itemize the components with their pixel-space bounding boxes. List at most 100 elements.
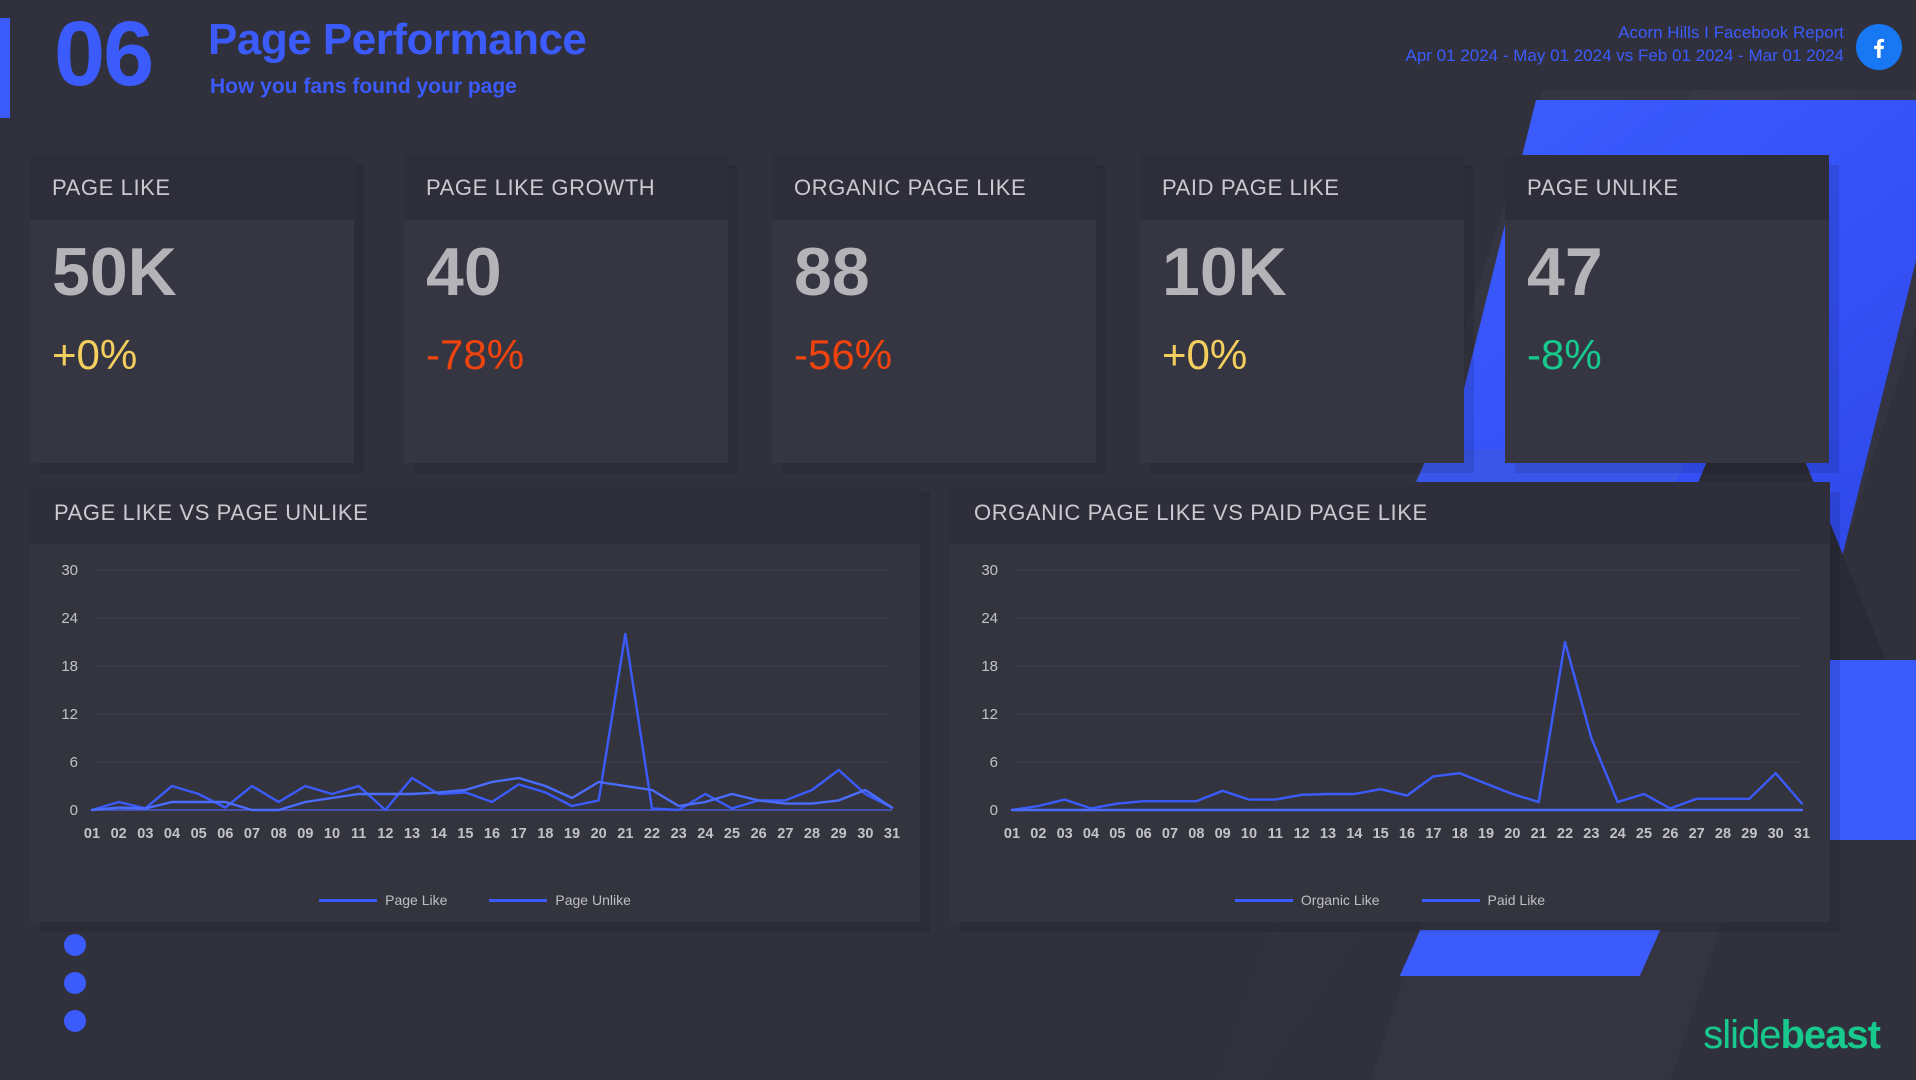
svg-text:18: 18 bbox=[981, 658, 998, 675]
svg-text:24: 24 bbox=[61, 610, 78, 627]
chart-title: PAGE LIKE VS PAGE UNLIKE bbox=[54, 500, 369, 525]
legend-item[interactable]: Page Like bbox=[319, 892, 447, 908]
line-chart-right: 0 6 12 18 24 30 01 02 03 04 05 06 07 08 09 10 11 12 13 14 15… bbox=[950, 544, 1830, 862]
svg-text:06: 06 bbox=[217, 826, 233, 842]
svg-text:20: 20 bbox=[591, 826, 607, 842]
kpi-card-page-like[interactable]: PAGE LIKE 50K +0% bbox=[30, 155, 354, 463]
chart-panel-organic-vs-paid[interactable]: ORGANIC PAGE LIKE VS PAID PAGE LIKE 0 6 12… bbox=[950, 482, 1830, 922]
svg-text:12: 12 bbox=[981, 706, 998, 723]
panel-body: 0 6 12 18 24 30 01 02 03 04 05 06 07 08 09 10 11 12 13 14 15… bbox=[950, 544, 1830, 922]
svg-text:01: 01 bbox=[84, 826, 100, 842]
svg-text:02: 02 bbox=[1030, 826, 1046, 842]
svg-text:22: 22 bbox=[644, 826, 660, 842]
legend-item[interactable]: Page Unlike bbox=[489, 892, 631, 908]
kpi-header: PAGE UNLIKE bbox=[1505, 155, 1829, 220]
pagination-dot[interactable] bbox=[64, 934, 86, 956]
svg-text:27: 27 bbox=[777, 826, 793, 842]
legend-item[interactable]: Organic Like bbox=[1234, 892, 1380, 908]
svg-text:01: 01 bbox=[1004, 826, 1020, 842]
svg-text:12: 12 bbox=[1294, 826, 1310, 842]
kpi-card-organic-page-like[interactable]: ORGANIC PAGE LIKE 88 -56% bbox=[772, 155, 1096, 463]
svg-text:11: 11 bbox=[351, 826, 366, 842]
svg-text:03: 03 bbox=[1057, 826, 1073, 842]
svg-text:04: 04 bbox=[1083, 826, 1099, 842]
svg-text:17: 17 bbox=[511, 826, 527, 842]
legend-swatch-icon bbox=[1421, 898, 1480, 902]
legend-item[interactable]: Paid Like bbox=[1421, 892, 1545, 908]
kpi-title: PAID PAGE LIKE bbox=[1162, 174, 1340, 200]
svg-text:31: 31 bbox=[884, 826, 900, 842]
facebook-icon bbox=[1856, 24, 1902, 70]
svg-text:30: 30 bbox=[1768, 826, 1784, 842]
svg-text:05: 05 bbox=[1109, 826, 1125, 842]
svg-text:28: 28 bbox=[1715, 826, 1731, 842]
svg-text:18: 18 bbox=[537, 826, 553, 842]
brand-part-2: beast bbox=[1780, 1013, 1881, 1057]
svg-text:16: 16 bbox=[484, 826, 500, 842]
report-meta: Acorn Hills I Facebook Report Apr 01 202… bbox=[1406, 22, 1845, 68]
svg-text:29: 29 bbox=[831, 826, 847, 842]
kpi-delta: +0% bbox=[52, 331, 138, 378]
kpi-body: 50K +0% bbox=[30, 220, 354, 376]
kpi-value: 47 bbox=[1527, 234, 1603, 310]
chart-legend-right: Organic Like Paid Like bbox=[950, 892, 1830, 908]
kpi-card-page-unlike[interactable]: PAGE UNLIKE 47 -8% bbox=[1505, 155, 1829, 463]
kpi-card-page-like-growth[interactable]: PAGE LIKE GROWTH 40 -78% bbox=[404, 155, 728, 463]
kpi-delta: +0% bbox=[1162, 331, 1248, 378]
legend-label: Organic Like bbox=[1300, 892, 1380, 908]
svg-text:08: 08 bbox=[271, 826, 287, 842]
panel-header: ORGANIC PAGE LIKE VS PAID PAGE LIKE bbox=[950, 482, 1830, 544]
kpi-delta: -56% bbox=[794, 331, 893, 378]
svg-text:26: 26 bbox=[1662, 826, 1678, 842]
svg-text:10: 10 bbox=[1241, 826, 1257, 842]
chart-legend-left: Page Like Page Unlike bbox=[30, 892, 920, 908]
legend-swatch-icon bbox=[489, 898, 548, 902]
svg-text:23: 23 bbox=[1583, 826, 1599, 842]
svg-text:23: 23 bbox=[671, 826, 687, 842]
svg-text:24: 24 bbox=[981, 610, 998, 627]
kpi-title: PAGE LIKE bbox=[52, 174, 171, 200]
svg-text:12: 12 bbox=[61, 706, 78, 723]
pagination-dots[interactable] bbox=[64, 934, 86, 1048]
kpi-body: 47 -8% bbox=[1505, 220, 1829, 376]
kpi-title: PAGE UNLIKE bbox=[1527, 174, 1679, 200]
svg-text:09: 09 bbox=[1215, 826, 1231, 842]
svg-text:13: 13 bbox=[404, 826, 420, 842]
svg-text:25: 25 bbox=[1636, 826, 1652, 842]
svg-text:10: 10 bbox=[324, 826, 340, 842]
page-subtitle: How you fans found your page bbox=[210, 75, 517, 98]
svg-text:24: 24 bbox=[1610, 826, 1626, 842]
kpi-value: 88 bbox=[794, 234, 870, 310]
svg-text:6: 6 bbox=[990, 754, 998, 771]
kpi-delta: -8% bbox=[1527, 331, 1602, 378]
kpi-body: 88 -56% bbox=[772, 220, 1096, 376]
legend-swatch-icon bbox=[1234, 898, 1293, 902]
kpi-header: PAID PAGE LIKE bbox=[1140, 155, 1464, 220]
svg-text:06: 06 bbox=[1136, 826, 1152, 842]
svg-text:25: 25 bbox=[724, 826, 740, 842]
svg-text:0: 0 bbox=[990, 802, 998, 819]
svg-text:21: 21 bbox=[617, 826, 633, 842]
svg-text:03: 03 bbox=[137, 826, 153, 842]
pagination-dot[interactable] bbox=[64, 1010, 86, 1032]
panel-body: 0 6 12 18 24 30 01 02 03 04 05 06 07 08 09 10 11 12 13 14 15… bbox=[30, 544, 920, 922]
pagination-dot[interactable] bbox=[64, 972, 86, 994]
panel-header: PAGE LIKE VS PAGE UNLIKE bbox=[30, 482, 920, 544]
date-range: Apr 01 2024 - May 01 2024 vs Feb 01 2024… bbox=[1405, 45, 1845, 65]
svg-text:19: 19 bbox=[1478, 826, 1494, 842]
legend-swatch-icon bbox=[319, 898, 378, 902]
kpi-value: 10K bbox=[1162, 234, 1287, 310]
svg-text:0: 0 bbox=[70, 802, 78, 819]
kpi-header: PAGE LIKE bbox=[30, 155, 354, 220]
svg-text:15: 15 bbox=[457, 826, 473, 842]
svg-text:17: 17 bbox=[1425, 826, 1441, 842]
svg-text:30: 30 bbox=[857, 826, 873, 842]
brand-part-1: slide bbox=[1703, 1013, 1781, 1057]
svg-text:04: 04 bbox=[164, 826, 180, 842]
svg-text:27: 27 bbox=[1689, 826, 1705, 842]
svg-text:6: 6 bbox=[70, 754, 78, 771]
svg-text:08: 08 bbox=[1188, 826, 1204, 842]
svg-text:07: 07 bbox=[1162, 826, 1178, 842]
kpi-card-paid-page-like[interactable]: PAID PAGE LIKE 10K +0% bbox=[1140, 155, 1464, 463]
chart-panel-page-like-vs-unlike[interactable]: PAGE LIKE VS PAGE UNLIKE 0 6 12 18 24 30 01 02 0… bbox=[30, 482, 920, 922]
